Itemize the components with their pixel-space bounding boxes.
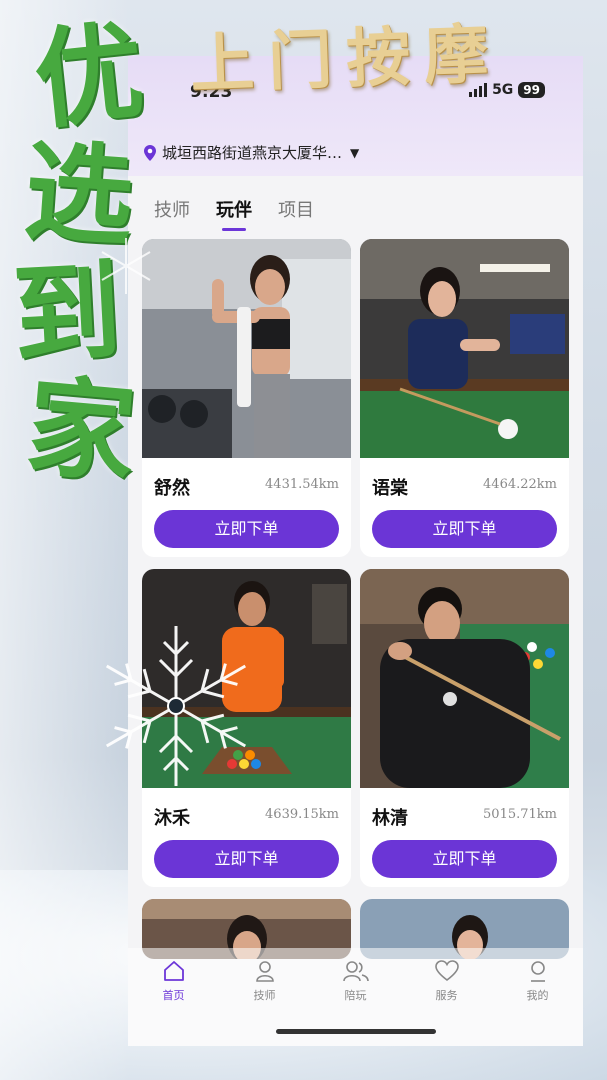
tab-project[interactable]: 项目 [278, 196, 314, 222]
companion-name: 林清 [372, 808, 408, 829]
battery-badge: 99 [518, 82, 545, 98]
location-text: 城垣西路街道燕京大厦华… [162, 144, 343, 162]
nav-technician-label: 技师 [253, 989, 276, 1002]
order-now-button[interactable]: 立即下单 [154, 510, 339, 548]
companion-photo [142, 239, 351, 458]
companion-icon [326, 958, 386, 984]
category-tabs: 技师 玩伴 项目 [154, 196, 314, 222]
nav-home[interactable]: 首页 [144, 958, 204, 1046]
slogan-char: 优 [28, 8, 150, 145]
companion-distance: 5015.71km [483, 807, 557, 822]
nav-service-label: 服务 [435, 989, 458, 1002]
promo-title: 上门按摩 [188, 16, 504, 103]
slogan-char: 到 [9, 248, 125, 380]
home-icon [144, 958, 204, 984]
slogan-char: 选 [20, 128, 138, 262]
tab-technician[interactable]: 技师 [154, 196, 190, 222]
nav-home-label: 首页 [162, 989, 185, 1002]
companion-card[interactable]: 沐禾 4639.15km 立即下单 [142, 569, 351, 887]
companion-distance: 4639.15km [265, 807, 339, 822]
companion-photo [360, 569, 569, 788]
companion-photo [360, 239, 569, 458]
companion-distance: 4431.54km [265, 477, 339, 492]
nav-companion-label: 陪玩 [344, 989, 367, 1002]
nav-profile-label: 我的 [526, 989, 549, 1002]
order-now-button[interactable]: 立即下单 [372, 510, 557, 548]
main-content: 技师 玩伴 项目 舒然 4431.54km 立即下单 语棠 4464.22km … [128, 176, 583, 1046]
companion-name: 沐禾 [154, 808, 190, 829]
companion-distance: 4464.22km [483, 477, 557, 492]
home-indicator [276, 1029, 436, 1034]
profile-icon [508, 958, 568, 984]
companion-card[interactable]: 林清 5015.71km 立即下单 [360, 569, 569, 887]
nav-profile[interactable]: 我的 [508, 958, 568, 1046]
slogan-char: 家 [21, 363, 141, 499]
order-now-button[interactable]: 立即下单 [372, 840, 557, 878]
tab-companion[interactable]: 玩伴 [216, 196, 252, 222]
companion-card[interactable]: 舒然 4431.54km 立即下单 [142, 239, 351, 557]
companion-name: 舒然 [154, 478, 190, 499]
order-now-button[interactable]: 立即下单 [154, 840, 339, 878]
phone-screen: 9:23 5G 99 城垣西路街道燕京大厦华… ▼ 技师 玩伴 项目 舒然 44… [128, 56, 583, 1046]
location-selector[interactable]: 城垣西路街道燕京大厦华… ▼ [144, 142, 359, 163]
companion-name: 语棠 [372, 478, 408, 499]
chevron-down-icon: ▼ [350, 145, 360, 160]
companion-card[interactable]: 语棠 4464.22km 立即下单 [360, 239, 569, 557]
heart-icon [417, 958, 477, 984]
vertical-slogan: 优 选 到 家 [8, 8, 158, 498]
technician-icon [235, 958, 295, 984]
companion-photo [142, 569, 351, 788]
